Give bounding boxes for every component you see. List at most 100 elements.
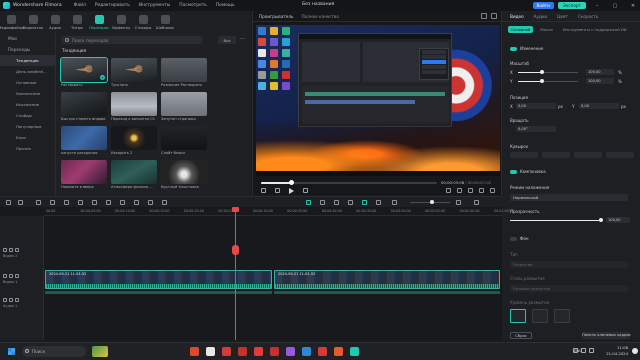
export-button[interactable]: Экспорт (557, 2, 586, 9)
sidebar-item[interactable]: Слайды (0, 110, 55, 121)
tab-transition[interactable]: Переходы (88, 11, 110, 33)
opacity-slider[interactable] (510, 218, 603, 222)
blur-level-option[interactable] (510, 309, 526, 323)
tab-sticker[interactable]: Стикеры (132, 11, 154, 33)
transition-card[interactable]: капуста раскрытая (61, 126, 107, 158)
camera-icon[interactable] (468, 188, 473, 193)
opacity-value[interactable]: 100,00 (606, 217, 630, 223)
compositing-toggle[interactable] (510, 170, 517, 174)
sidebar-item[interactable]: Прочее (0, 143, 55, 154)
audio-waveform[interactable] (274, 291, 500, 294)
search-input[interactable]: Поиск переходов (62, 36, 202, 44)
rotate-left-icon[interactable] (574, 152, 602, 158)
taskbar-app-icon[interactable] (318, 347, 327, 356)
tab-effects[interactable]: Эффекты (110, 11, 132, 33)
taskbar-app-icon[interactable] (350, 347, 359, 356)
mark-in-icon[interactable] (446, 188, 451, 193)
filter-dropdown[interactable]: Все (218, 36, 236, 44)
tab-audio[interactable]: Аудио (534, 14, 548, 19)
transition-card[interactable]: Тусклить (111, 58, 157, 90)
tab-stock[interactable]: Видеосток (22, 11, 44, 33)
flip-horizontal-icon[interactable] (510, 152, 538, 158)
audio-icon[interactable] (148, 200, 153, 205)
transition-card[interactable]: Слайт блоки (161, 126, 207, 158)
volume-icon[interactable] (15, 298, 19, 302)
clock[interactable]: 11:08 21.04.2024 (606, 345, 628, 357)
transition-card[interactable]: Переход к виньетке 01 (111, 92, 157, 124)
tab-media[interactable]: Медиафайлы (0, 11, 24, 33)
close-icon[interactable]: ✕ (626, 3, 640, 9)
eye-icon[interactable] (15, 274, 19, 278)
taskbar-app-icon[interactable] (254, 347, 263, 356)
subtab-basic[interactable]: Основной (508, 26, 534, 33)
scale-y-slider[interactable] (518, 79, 578, 83)
zoom-handle[interactable] (430, 200, 434, 204)
scale-y-value[interactable]: 100,00 (586, 78, 614, 84)
delete-icon[interactable] (64, 200, 69, 205)
playback-progress[interactable] (261, 180, 437, 185)
video-track-icon[interactable] (3, 274, 7, 278)
eye-icon[interactable] (15, 248, 19, 252)
sidebar-item[interactable]: Искажение (0, 99, 55, 110)
login-button[interactable]: Войти (532, 2, 554, 9)
player-tab[interactable]: Проигрыватель (259, 14, 293, 19)
sidebar-item[interactable]: Мои (0, 33, 55, 44)
sidebar-item[interactable]: Тенденция (0, 55, 55, 66)
transition-card[interactable]: Запутан страница (161, 92, 207, 124)
subtab-ai-tools[interactable]: Инструменты с поддержкой ИИ (560, 26, 630, 33)
timeline-ruler[interactable]: 00:00 00:00:05:00 00:00:10:00 00:00:15:00 00… (44, 207, 514, 216)
scale-x-value[interactable]: 100,00 (586, 69, 614, 75)
transition-card[interactable]: + Растворить (60, 57, 108, 90)
transition-card[interactable]: Размытие Растворить (161, 58, 207, 90)
render-icon[interactable] (306, 200, 311, 205)
playhead-grip[interactable] (232, 245, 239, 255)
display-icon[interactable] (457, 188, 462, 193)
subtab-mask[interactable]: Маска (537, 26, 555, 33)
layout-icon[interactable] (474, 200, 479, 205)
keyframe-panel-button[interactable]: Панель ключевых кадров (582, 332, 631, 339)
scale-x-slider[interactable] (518, 70, 578, 74)
grid-icon[interactable] (6, 200, 11, 205)
play-icon[interactable] (289, 188, 294, 194)
background-toggle[interactable] (510, 237, 517, 241)
volume-icon[interactable] (479, 188, 484, 193)
fullscreen-icon[interactable] (491, 13, 497, 19)
lock-icon[interactable] (9, 298, 13, 302)
tab-video[interactable]: Видео (510, 14, 524, 19)
reset-button[interactable]: Сброс (510, 332, 532, 339)
audio-waveform[interactable] (45, 291, 272, 294)
audio-track-icon[interactable] (3, 298, 7, 302)
add-icon[interactable]: + (100, 75, 105, 80)
menu-tools[interactable]: Инструменты (139, 3, 170, 8)
taskbar-app-icon[interactable] (334, 347, 343, 356)
menu-view[interactable]: Посмотреть (179, 3, 207, 8)
windows-start-icon[interactable] (8, 348, 15, 355)
minimize-icon[interactable]: – (590, 3, 604, 9)
layers-icon[interactable] (348, 200, 353, 205)
ai-icon[interactable] (362, 200, 367, 205)
crop-icon[interactable] (92, 200, 97, 205)
transition-card[interactable]: Искорить 2 (111, 126, 157, 158)
undo-icon[interactable] (36, 200, 41, 205)
language-indicator[interactable]: ENG (574, 348, 582, 353)
menu-help[interactable]: Помощь (216, 3, 235, 8)
menu-edit[interactable]: Редактировать (95, 3, 130, 8)
position-x-value[interactable]: 0,00 (516, 103, 556, 109)
sidebar-item[interactable]: Переходы (0, 44, 55, 55)
tab-music-note[interactable]: Аудио (44, 11, 66, 33)
redo-icon[interactable] (50, 200, 55, 205)
taskbar-app-icon[interactable] (238, 347, 247, 356)
zoom-slider[interactable] (410, 200, 450, 204)
zoom-out-icon[interactable] (392, 200, 397, 205)
transition-card[interactable]: Быстро стереть вправо (61, 92, 107, 124)
shield-icon[interactable] (320, 200, 325, 205)
type-select[interactable]: Размытие (510, 261, 628, 268)
blur-level-option[interactable] (532, 309, 548, 323)
mic-icon[interactable] (334, 200, 339, 205)
expand-icon[interactable] (490, 188, 495, 193)
progress-handle[interactable] (288, 180, 294, 185)
video-clip[interactable]: 2024-09-21 11-01-52 (45, 270, 272, 289)
taskbar-app-icon[interactable] (222, 347, 231, 356)
lock-icon[interactable] (9, 248, 13, 252)
maximize-icon[interactable]: ▢ (608, 3, 622, 9)
